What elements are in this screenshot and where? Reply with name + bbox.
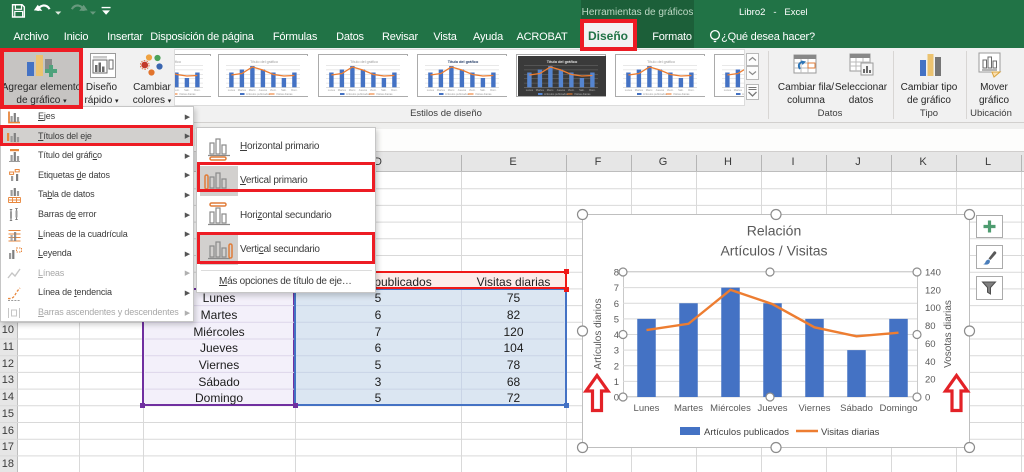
svg-text:Sab.: Sab. bbox=[282, 88, 288, 92]
svg-text:Mierc.: Mierc. bbox=[645, 88, 653, 92]
svg-text:2: 2 bbox=[614, 361, 619, 372]
svg-text:Visitas diarias: Visitas diarias bbox=[376, 92, 393, 96]
svg-text:Viern.: Viern. bbox=[469, 88, 476, 92]
svg-text:120: 120 bbox=[925, 285, 941, 296]
svg-text:Martes: Martes bbox=[337, 88, 346, 92]
svg-text:Sab.: Sab. bbox=[184, 88, 190, 92]
svg-text:Título del gráfico: Título del gráfico bbox=[174, 60, 181, 64]
svg-text:6: 6 bbox=[614, 299, 619, 310]
svg-text:Viern.: Viern. bbox=[174, 88, 180, 92]
svg-text:Martes: Martes bbox=[436, 88, 445, 92]
svg-text:3: 3 bbox=[614, 346, 619, 357]
svg-text:Visitas diarias: Visitas diarias bbox=[276, 92, 293, 96]
svg-text:Dom.: Dom. bbox=[589, 88, 596, 92]
svg-text:Jueves: Jueves bbox=[655, 88, 664, 92]
svg-text:20: 20 bbox=[925, 375, 936, 386]
svg-text:40: 40 bbox=[925, 357, 936, 368]
svg-text:8: 8 bbox=[614, 268, 619, 279]
svg-text:Jueves: Jueves bbox=[556, 88, 565, 92]
svg-text:Sábado: Sábado bbox=[840, 403, 873, 414]
svg-text:Articulos publicados: Articulos publicados bbox=[643, 92, 668, 96]
svg-text:Sab.: Sab. bbox=[579, 88, 585, 92]
svg-text:140: 140 bbox=[925, 268, 941, 279]
svg-text:Lunes: Lunes bbox=[228, 88, 236, 92]
svg-text:Miércoles: Miércoles bbox=[710, 403, 751, 414]
svg-text:Lunes: Lunes bbox=[525, 88, 533, 92]
svg-text:Martes: Martes bbox=[674, 403, 703, 414]
svg-text:Martes: Martes bbox=[734, 88, 743, 92]
svg-text:1: 1 bbox=[614, 377, 619, 388]
svg-text:Dom.: Dom. bbox=[292, 88, 299, 92]
svg-text:Título del gráfico: Título del gráfico bbox=[546, 60, 577, 64]
svg-text:Jueves: Jueves bbox=[358, 88, 367, 92]
svg-text:5: 5 bbox=[614, 314, 619, 325]
svg-text:Visitas diarias: Visitas diarias bbox=[673, 92, 690, 96]
svg-text:Articulos publicados: Articulos publicados bbox=[544, 92, 569, 96]
svg-text:Lunes: Lunes bbox=[624, 88, 632, 92]
svg-text:7: 7 bbox=[614, 283, 619, 294]
svg-text:Jueves: Jueves bbox=[757, 403, 787, 414]
svg-text:Dom.: Dom. bbox=[490, 88, 497, 92]
svg-text:Martes: Martes bbox=[634, 88, 643, 92]
svg-text:Viernes: Viernes bbox=[798, 403, 830, 414]
svg-text:100: 100 bbox=[925, 303, 941, 314]
svg-text:0: 0 bbox=[925, 393, 930, 404]
svg-text:Sab.: Sab. bbox=[381, 88, 387, 92]
svg-text:Visitas diarias: Visitas diarias bbox=[179, 92, 196, 96]
svg-text:80: 80 bbox=[925, 321, 936, 332]
svg-text:60: 60 bbox=[925, 339, 936, 350]
svg-text:Viern.: Viern. bbox=[568, 88, 575, 92]
svg-text:Articulos publicados: Articulos publicados bbox=[246, 92, 271, 96]
svg-text:Mierc.: Mierc. bbox=[447, 88, 455, 92]
svg-text:Artículos publicados: Artículos publicados bbox=[704, 427, 789, 438]
svg-text:Título del gráfico: Título del gráfico bbox=[647, 60, 675, 64]
svg-text:Jueves: Jueves bbox=[457, 88, 466, 92]
svg-text:Dom.: Dom. bbox=[688, 88, 695, 92]
svg-text:Articulos publicados: Articulos publicados bbox=[742, 92, 745, 96]
svg-text:Vosotas diarias: Vosotas diarias bbox=[943, 300, 954, 368]
svg-text:Articulos publicados: Articulos publicados bbox=[346, 92, 371, 96]
svg-text:Visitas diarias: Visitas diarias bbox=[574, 92, 591, 96]
svg-text:Viern.: Viern. bbox=[369, 88, 376, 92]
svg-text:Lunes: Lunes bbox=[426, 88, 434, 92]
svg-text:Dom.: Dom. bbox=[391, 88, 398, 92]
svg-text:Viern.: Viern. bbox=[270, 88, 277, 92]
svg-text:Mierc.: Mierc. bbox=[348, 88, 356, 92]
svg-text:Sab.: Sab. bbox=[678, 88, 684, 92]
svg-text:Jueves: Jueves bbox=[259, 88, 268, 92]
svg-text:Artículos / Visitas: Artículos / Visitas bbox=[720, 243, 827, 259]
svg-text:Título del gráfico: Título del gráfico bbox=[250, 60, 278, 64]
svg-text:Dom.: Dom. bbox=[194, 88, 201, 92]
svg-text:Título del gráfico: Título del gráfico bbox=[349, 60, 377, 64]
svg-text:Artículos diarios: Artículos diarios bbox=[593, 298, 604, 369]
svg-text:Domingo: Domingo bbox=[879, 403, 917, 414]
svg-text:Relación: Relación bbox=[747, 223, 801, 239]
svg-text:Visitas diarias: Visitas diarias bbox=[475, 92, 492, 96]
svg-text:Mierc.: Mierc. bbox=[249, 88, 257, 92]
svg-text:Sab.: Sab. bbox=[480, 88, 486, 92]
svg-text:0: 0 bbox=[614, 393, 619, 404]
svg-text:Lunes: Lunes bbox=[327, 88, 335, 92]
svg-text:Lunes: Lunes bbox=[724, 88, 732, 92]
svg-text:4: 4 bbox=[614, 330, 619, 341]
svg-text:Articulos publicados: Articulos publicados bbox=[445, 92, 470, 96]
svg-text:Mierc.: Mierc. bbox=[546, 88, 554, 92]
svg-text:Visitas diarias: Visitas diarias bbox=[821, 427, 880, 438]
svg-text:Martes: Martes bbox=[238, 88, 247, 92]
svg-text:Título del gráfico: Título del gráfico bbox=[447, 60, 478, 64]
svg-text:Lunes: Lunes bbox=[634, 403, 660, 414]
svg-text:Martes: Martes bbox=[535, 88, 544, 92]
svg-text:Viern.: Viern. bbox=[667, 88, 674, 92]
